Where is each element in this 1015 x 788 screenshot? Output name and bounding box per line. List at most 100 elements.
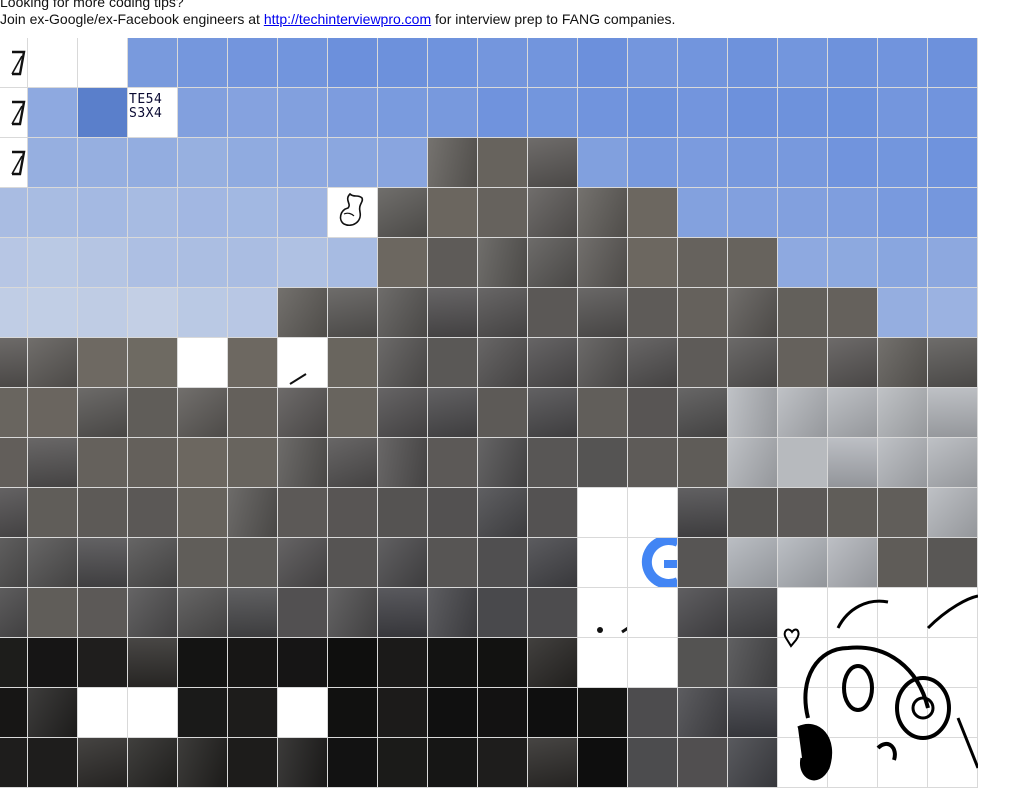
mosaic-tile bbox=[328, 288, 378, 338]
mosaic-tile bbox=[728, 688, 778, 738]
mosaic-tile bbox=[428, 688, 478, 738]
mosaic-tile bbox=[678, 588, 728, 638]
mosaic-tile bbox=[928, 538, 978, 588]
mosaic-tile bbox=[728, 738, 778, 788]
mosaic-tile bbox=[28, 438, 78, 488]
mosaic-tile bbox=[628, 138, 678, 188]
mosaic-tile bbox=[428, 38, 478, 88]
mosaic-tile bbox=[78, 88, 128, 138]
mosaic-tile bbox=[78, 438, 128, 488]
mosaic-tile bbox=[728, 488, 778, 538]
mosaic-tile bbox=[28, 388, 78, 438]
mosaic-tile bbox=[0, 538, 28, 588]
mosaic-tile bbox=[428, 188, 478, 238]
mosaic-tile bbox=[828, 88, 878, 138]
doodle-tile bbox=[328, 188, 378, 238]
mosaic-tile bbox=[278, 238, 328, 288]
mosaic-tile bbox=[78, 238, 128, 288]
mosaic-tile bbox=[478, 38, 528, 88]
mosaic-tile bbox=[278, 438, 328, 488]
mosaic-tile bbox=[778, 288, 828, 338]
mosaic-tile bbox=[528, 588, 578, 638]
mosaic-tile bbox=[778, 538, 828, 588]
mosaic-tile bbox=[378, 238, 428, 288]
mosaic-tile bbox=[178, 688, 228, 738]
mosaic-tile bbox=[578, 338, 628, 388]
mosaic-tile bbox=[678, 438, 728, 488]
mosaic-tile bbox=[378, 388, 428, 438]
mosaic-tile bbox=[478, 488, 528, 538]
mosaic-tile bbox=[178, 188, 228, 238]
mosaic-tile bbox=[128, 388, 178, 438]
mosaic-tile bbox=[928, 138, 978, 188]
mosaic-tile bbox=[428, 488, 478, 538]
mosaic-tile bbox=[778, 588, 978, 781]
mosaic-tile bbox=[128, 188, 178, 238]
mosaic-tile bbox=[728, 88, 778, 138]
mosaic-tile bbox=[178, 138, 228, 188]
mosaic-tile bbox=[778, 138, 828, 188]
mosaic-tile bbox=[278, 388, 328, 438]
mosaic-tile bbox=[478, 738, 528, 788]
mosaic-tile bbox=[228, 488, 278, 538]
captcha-text-line-1: TE54 bbox=[129, 92, 163, 107]
mosaic-tile bbox=[478, 388, 528, 438]
promo-link[interactable]: http://techinterviewpro.com bbox=[264, 11, 431, 27]
mosaic-tile bbox=[28, 488, 78, 538]
mosaic-tile bbox=[528, 438, 578, 488]
mosaic-tile bbox=[428, 138, 478, 188]
mosaic-tile bbox=[178, 288, 228, 338]
mosaic-tile bbox=[478, 238, 528, 288]
mosaic-tile bbox=[178, 438, 228, 488]
mosaic-tile bbox=[228, 638, 278, 688]
mosaic-tile bbox=[78, 688, 128, 738]
mosaic-tile bbox=[0, 488, 28, 538]
mosaic-tile bbox=[828, 338, 878, 388]
mosaic-tile bbox=[178, 388, 228, 438]
mosaic-tile bbox=[928, 438, 978, 488]
mosaic-tile bbox=[628, 588, 678, 638]
mosaic-tile bbox=[278, 488, 328, 538]
mosaic-tile bbox=[78, 538, 128, 588]
cartoon-drawing-icon bbox=[783, 594, 978, 781]
mosaic-tile bbox=[378, 88, 428, 138]
mosaic-tile bbox=[678, 138, 728, 188]
mosaic-tile bbox=[328, 338, 378, 388]
mosaic-tile bbox=[78, 638, 128, 688]
mosaic-tile bbox=[28, 238, 78, 288]
glyph-tile bbox=[0, 38, 28, 88]
mosaic-tile bbox=[478, 288, 528, 338]
mosaic-tile bbox=[428, 538, 478, 588]
mosaic-tile bbox=[728, 288, 778, 338]
mosaic-tile bbox=[378, 38, 428, 88]
mosaic-tile bbox=[628, 288, 678, 338]
checkbox-glyph-icon bbox=[11, 50, 26, 76]
mosaic-tile bbox=[678, 738, 728, 788]
mosaic-tile bbox=[328, 588, 378, 638]
mosaic-tile bbox=[428, 388, 478, 438]
captcha-tile: TE54 S3X4 bbox=[128, 88, 178, 138]
mosaic-tile bbox=[278, 538, 328, 588]
mosaic-tile bbox=[328, 738, 378, 788]
mosaic-tile bbox=[278, 738, 328, 788]
mosaic-tile bbox=[428, 88, 478, 138]
mosaic-tile bbox=[678, 238, 728, 288]
mosaic-tile bbox=[228, 438, 278, 488]
mosaic-tile bbox=[178, 588, 228, 638]
mosaic-tile bbox=[78, 188, 128, 238]
mosaic-tile bbox=[178, 88, 228, 138]
mosaic-tile bbox=[578, 188, 628, 238]
mosaic-tile bbox=[28, 688, 78, 738]
mosaic-tile bbox=[428, 238, 478, 288]
mosaic-tile bbox=[678, 88, 728, 138]
mosaic-tile bbox=[778, 488, 828, 538]
mosaic-tile bbox=[478, 588, 528, 638]
mosaic-tile bbox=[328, 488, 378, 538]
mosaic-tile bbox=[178, 738, 228, 788]
mosaic-tile bbox=[278, 688, 328, 738]
mosaic-tile bbox=[878, 338, 928, 388]
mosaic-tile bbox=[728, 38, 778, 88]
mosaic-tile bbox=[478, 138, 528, 188]
mosaic-tile bbox=[128, 488, 178, 538]
mosaic-tile bbox=[878, 38, 928, 88]
